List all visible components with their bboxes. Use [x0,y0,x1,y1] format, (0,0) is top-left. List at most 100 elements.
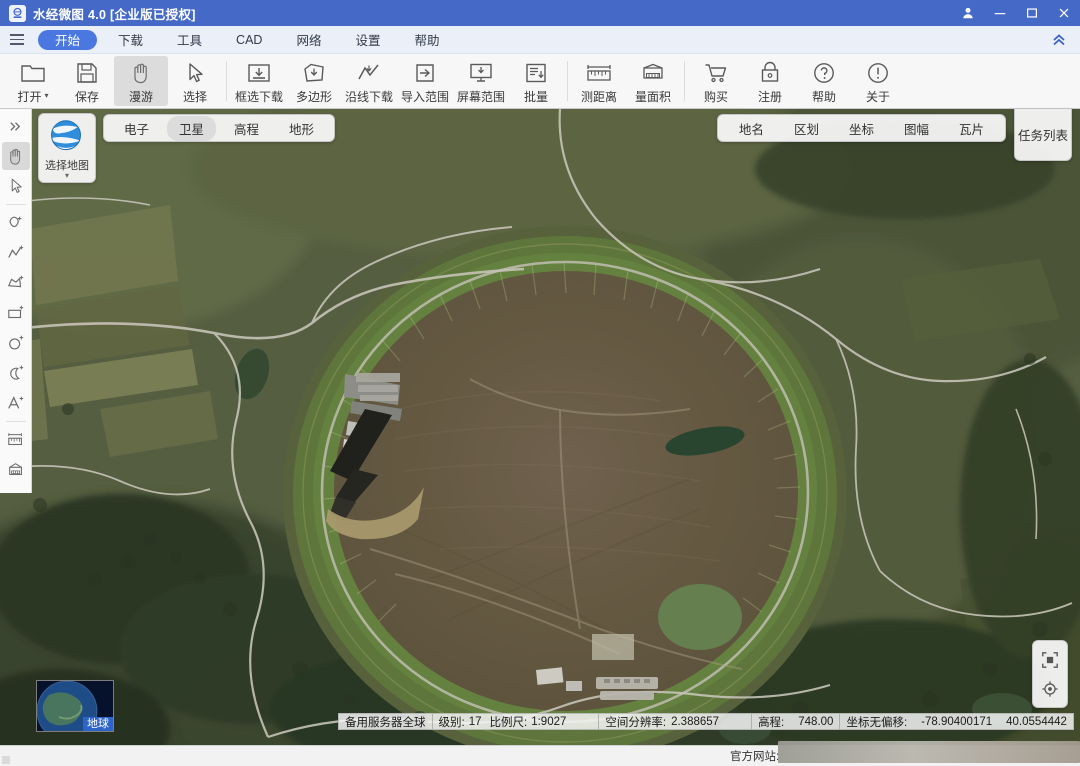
ribbon-buy-label: 购买 [704,90,729,104]
chevron-down-icon[interactable]: ▾ [45,91,49,100]
map-status-bar: 备用服务器全球 级别: 17 比例尺: 1:9027 空间分辨率: 2.3886… [338,713,1074,730]
ribbon-separator [226,61,227,101]
maximize-button[interactable] [1016,0,1048,26]
ribbon-save-label: 保存 [74,90,99,104]
chevron-double-up-icon[interactable] [1046,29,1072,51]
layer-tab-electronic[interactable]: 电子 [112,116,161,141]
ribbon-toolbar: 打开 ▾ 保存 漫游 选择 框选下载 多边形 沿线下载 导入范围 屏幕范围 批量… [0,54,1080,109]
ribbon-about-label: 关于 [866,90,891,104]
ribbon-help-button[interactable]: 帮助 [797,56,851,106]
ribbon-about-button[interactable]: 关于 [851,56,905,106]
status-latitude: 40.0554442 [1006,715,1067,728]
ribbon-polyline-download-button[interactable]: 沿线下载 [341,56,397,106]
tooltip-overlay [778,741,1080,763]
add-arc-icon[interactable] [2,359,30,387]
earth-thumbnail-label: 地球 [83,717,113,731]
annotation-tab-district[interactable]: 区划 [782,116,831,141]
menu-item-tools[interactable]: 工具 [164,30,215,50]
close-button[interactable] [1048,0,1080,26]
status-resolution: 空间分辨率: 2.388657 [599,714,725,729]
layer-tab-satellite[interactable]: 卫星 [167,115,217,141]
add-text-icon[interactable] [2,389,30,417]
expand-rail-icon[interactable] [2,112,30,140]
globe-icon [46,118,88,158]
ribbon-screen-range-label: 屏幕范围 [457,90,506,104]
user-account-icon[interactable] [952,0,984,26]
menu-item-download[interactable]: 下载 [105,30,156,50]
status-level: 级别: 17 比例尺: 1:9027 [433,714,573,729]
earth-thumbnail[interactable]: 地球 [36,680,114,732]
chevron-down-icon[interactable]: ▾ [65,172,69,180]
ribbon-batch-button[interactable]: 批量 [509,56,563,106]
ribbon-register-button[interactable]: 注册 [743,56,797,106]
title-bar: 水经微图 4.0 [企业版已授权] [0,0,1080,26]
layer-tab-terrain[interactable]: 地形 [277,116,326,141]
menu-item-help[interactable]: 帮助 [401,30,452,50]
window-controls [952,0,1080,26]
drawing-tool-rail [0,109,32,493]
ribbon-measure-area-label: 量面积 [635,90,672,104]
ribbon-separator-2 [567,61,569,101]
annotation-tab-mapsheet[interactable]: 图幅 [892,116,941,141]
ribbon-open-button[interactable]: 打开 ▾ [6,56,60,106]
ribbon-box-download-button[interactable]: 框选下载 [231,56,287,106]
cursor-arrow-icon[interactable] [2,172,30,200]
screen-range-icon [468,59,494,87]
polygon-download-icon [301,59,327,87]
official-site-label: 官方网站: [730,751,780,763]
annotation-tab-tile[interactable]: 瓦片 [947,116,996,141]
annotation-tab-coordinate[interactable]: 坐标 [837,116,886,141]
add-polygon-icon[interactable] [2,269,30,297]
ribbon-open-label: 打开 [17,90,42,104]
add-rectangle-icon[interactable] [2,299,30,327]
window-title: 水经微图 4.0 [企业版已授权] [33,7,196,22]
status-elevation-label: 高程: [758,716,785,729]
hand-pan-icon[interactable] [1,142,30,170]
task-list-button[interactable]: 任务列表 [1014,109,1072,161]
map-layer-tabs: 电子 卫星 高程 地形 [103,114,336,142]
minimize-button[interactable] [984,0,1016,26]
ribbon-pan-button[interactable]: 漫游 [114,56,168,106]
hamburger-menu-icon[interactable] [0,26,34,54]
add-circle-icon[interactable] [2,329,30,357]
measure-area-icon[interactable] [2,456,30,484]
annotation-tab-placename[interactable]: 地名 [727,116,776,141]
map-source-selector[interactable]: 选择地图 ▾ [38,113,96,183]
status-elevation: 高程: 748.00 [752,714,839,729]
ribbon-register-label: 注册 [758,90,783,104]
add-marker-icon[interactable] [2,209,30,237]
ribbon-import-range-button[interactable]: 导入范围 [397,56,453,106]
ribbon-measure-area-button[interactable]: 量面积 [626,56,680,106]
ribbon-import-range-label: 导入范围 [401,90,450,104]
ribbon-screen-range-button[interactable]: 屏幕范围 [453,56,509,106]
question-circle-icon [812,59,836,87]
menu-item-cad[interactable]: CAD [223,30,275,50]
layer-tab-elevation[interactable]: 高程 [222,116,271,141]
ribbon-buy-button[interactable]: 购买 [689,56,743,106]
ribbon-save-button[interactable]: 保存 [60,56,114,106]
menu-item-settings[interactable]: 设置 [342,30,393,50]
locate-crosshair-icon[interactable] [1036,675,1064,703]
save-disk-icon [75,59,99,87]
ribbon-select-label: 选择 [182,90,207,104]
exclamation-circle-icon [866,59,890,87]
ribbon-measure-distance-button[interactable]: 测距离 [572,56,626,106]
map-viewport[interactable]: 地球 备用服务器全球 级别: 17 比例尺: 1:9027 空间分辨率: 2.3… [0,109,1080,745]
fit-screen-icon[interactable] [1036,646,1064,674]
ribbon-select-button[interactable]: 选择 [168,56,222,106]
satellite-imagery [0,109,1080,745]
measure-distance-icon [585,59,613,87]
lock-register-icon [759,59,781,87]
add-polyline-icon[interactable] [2,239,30,267]
ribbon-polygon-button[interactable]: 多边形 [287,56,341,106]
map-view-controls [1032,640,1068,708]
rectangle-download-icon [246,59,272,87]
measure-distance-icon[interactable] [2,426,30,454]
status-elevation-value: 748.00 [798,715,834,728]
ribbon-measure-distance-label: 测距离 [581,90,618,104]
menu-item-network[interactable]: 网络 [283,30,334,50]
rail-separator-1 [5,204,26,205]
menu-item-start[interactable]: 开始 [38,29,98,50]
ribbon-pan-label: 漫游 [128,90,153,104]
ribbon-batch-label: 批量 [524,90,549,104]
